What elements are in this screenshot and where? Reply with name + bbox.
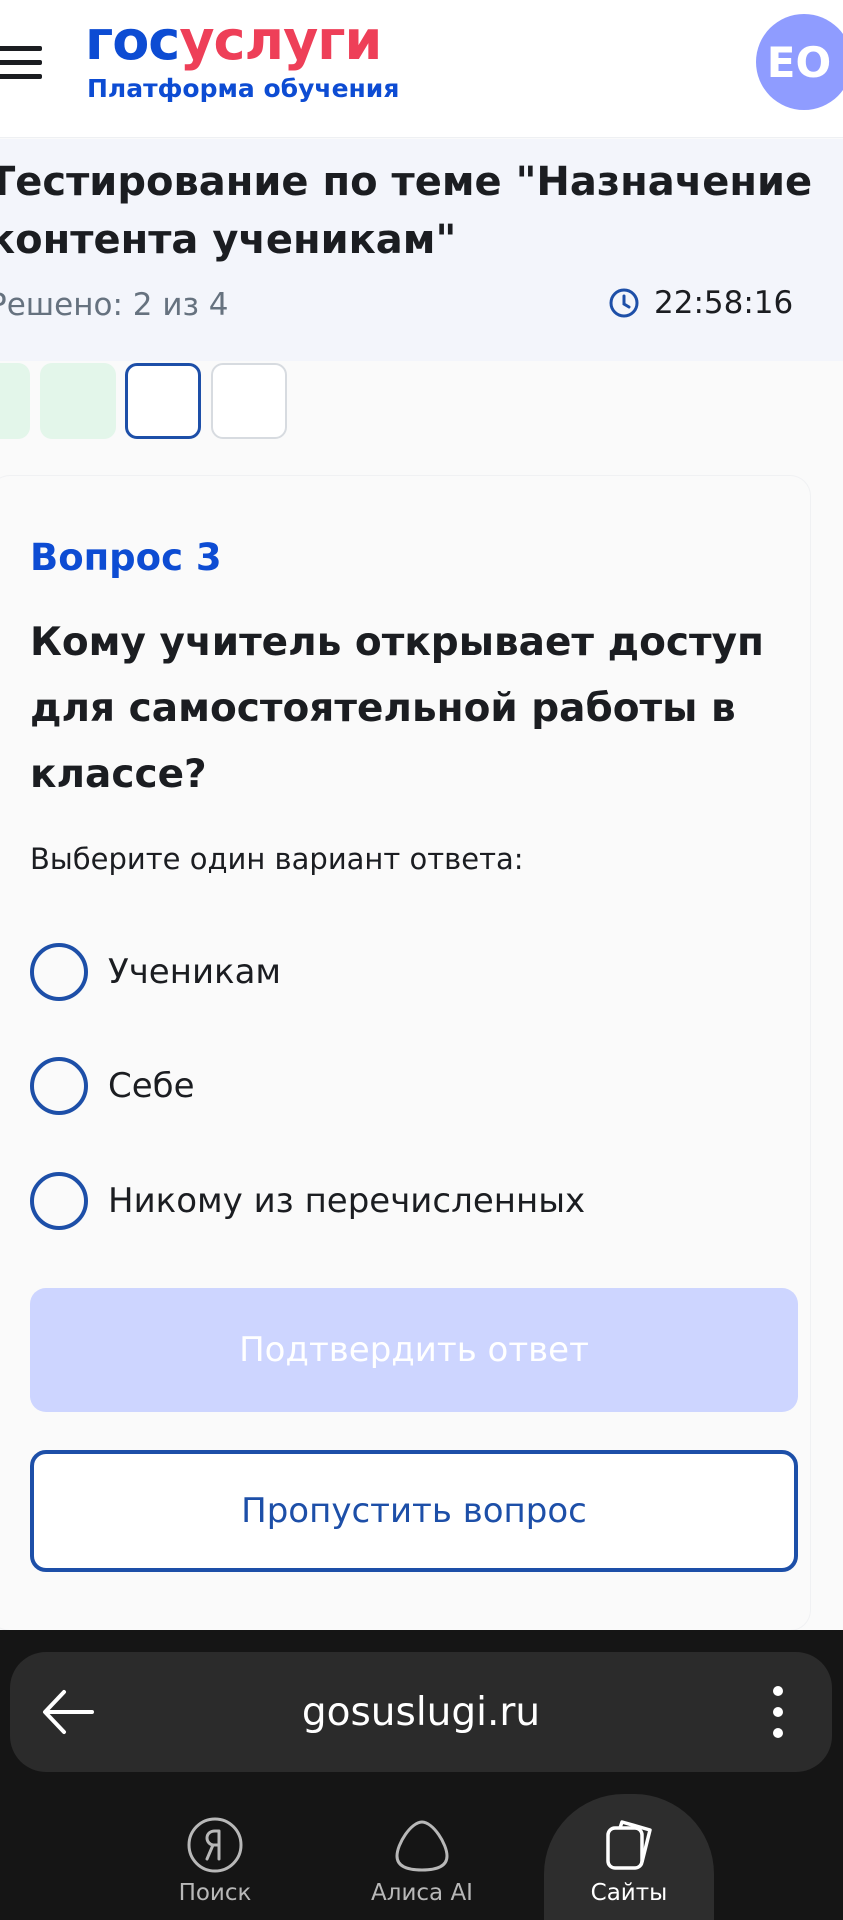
yandex-search-icon (187, 1817, 243, 1873)
address-bar[interactable]: gosuslugi.ru (10, 1652, 832, 1772)
progress-square-2[interactable] (40, 363, 116, 439)
radio-button[interactable] (30, 1057, 88, 1115)
solved-counter: Решено: 2 из 4 (0, 287, 229, 323)
confirm-answer-button[interactable]: Подтвердить ответ (30, 1288, 798, 1412)
site-header: госуслуги Платформа обучения ЕО (0, 0, 843, 138)
timer: 22:58:16 (608, 285, 793, 321)
browser-bottom-bar: gosuslugi.ru Поиск Алиса AI Сайты (0, 1630, 843, 1920)
option-label: Себе (108, 1066, 195, 1106)
progress-square-4[interactable] (211, 363, 287, 439)
tab-alice[interactable]: Алиса AI (337, 1794, 507, 1920)
skip-question-button[interactable]: Пропустить вопрос (30, 1450, 798, 1572)
question-card: Вопрос 3 Кому учитель открывает доступ д… (0, 476, 810, 1630)
test-title: Тестирование по теме "Назначение контент… (0, 159, 813, 263)
radio-button[interactable] (30, 1172, 88, 1230)
option-label: Никому из перечисленных (108, 1181, 586, 1221)
logo-word-uslugi: услуги (179, 9, 382, 72)
user-avatar[interactable]: ЕО (756, 14, 843, 110)
url-text[interactable]: gosuslugi.ru (10, 1652, 832, 1772)
page: госуслуги Платформа обучения ЕО Тестиров… (0, 0, 843, 1920)
option-label: Ученикам (108, 952, 282, 992)
tab-search[interactable]: Поиск (130, 1794, 300, 1920)
answer-hint: Выберите один вариант ответа: (30, 842, 524, 876)
more-menu-icon[interactable] (770, 1684, 786, 1740)
logo-wordmark: госуслуги (85, 8, 399, 74)
logo-subtitle: Платформа обучения (87, 74, 400, 103)
logo-word-gos: гос (85, 9, 180, 72)
test-header: Тестирование по теме "Назначение контент… (0, 139, 843, 361)
clock-icon (609, 288, 639, 318)
tab-label: Поиск (178, 1880, 252, 1906)
question-number: Вопрос 3 (30, 536, 222, 579)
question-progress (0, 361, 843, 441)
answer-option-3[interactable]: Никому из перечисленных (30, 1171, 585, 1231)
timer-value: 22:58:16 (654, 285, 794, 321)
tab-label: Алиса AI (371, 1880, 473, 1906)
back-arrow-icon[interactable] (40, 1686, 96, 1738)
answer-option-2[interactable]: Себе (30, 1056, 195, 1116)
alice-icon (395, 1820, 449, 1872)
question-text: Кому учитель открывает доступ для самост… (30, 620, 764, 797)
sites-icon (606, 1820, 652, 1870)
gosuslugi-logo[interactable]: госуслуги Платформа обучения (85, 8, 399, 104)
tab-label: Сайты (590, 1880, 668, 1906)
answer-option-1[interactable]: Ученикам (30, 942, 281, 1002)
radio-button[interactable] (30, 943, 88, 1001)
progress-square-1[interactable] (0, 363, 30, 439)
progress-square-3[interactable] (125, 363, 201, 439)
menu-icon[interactable] (0, 44, 44, 84)
tab-sites[interactable]: Сайты (544, 1794, 714, 1920)
